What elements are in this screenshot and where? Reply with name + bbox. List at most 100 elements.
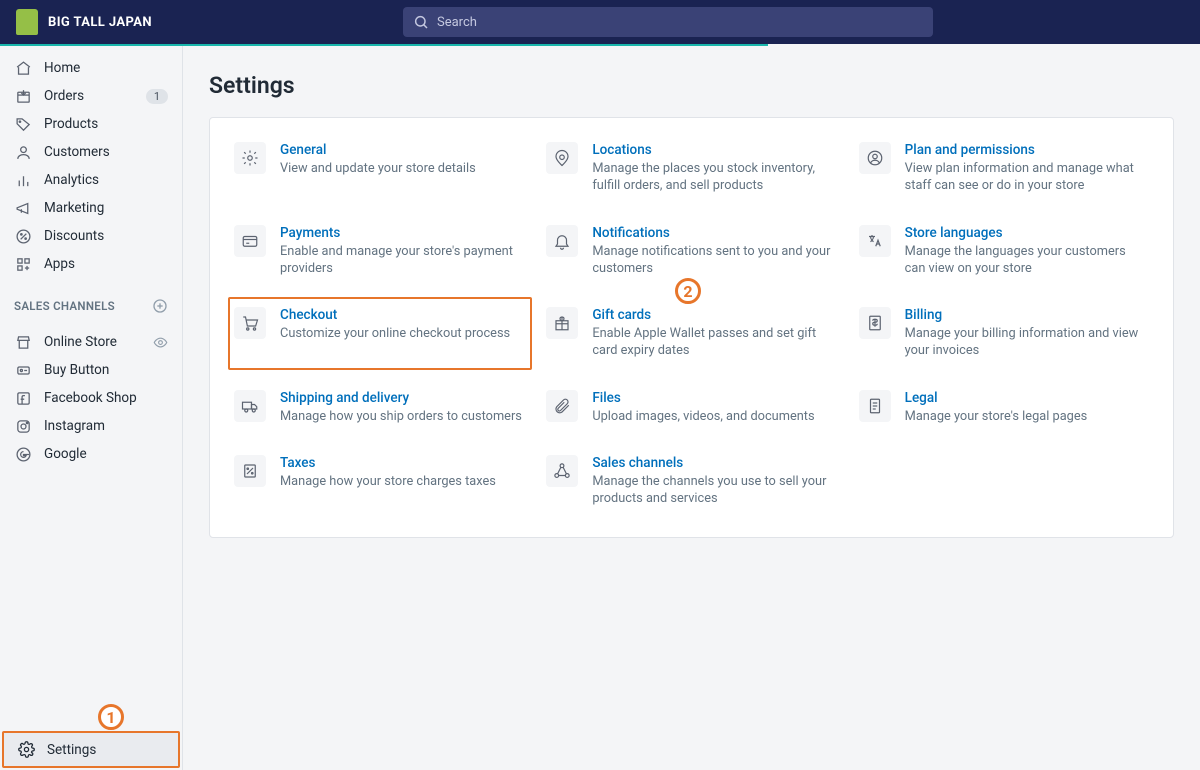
truck-icon [234, 390, 266, 422]
tile-description: View and update your store details [280, 160, 476, 177]
nav-item-products[interactable]: Products [0, 110, 182, 138]
settings-nav-label: Settings [47, 742, 96, 758]
tile-description: Manage how you ship orders to customers [280, 408, 522, 425]
tile-description: Enable Apple Wallet passes and set gift … [592, 325, 836, 360]
settings-tile-sales-channels[interactable]: Sales channels Manage the channels you us… [544, 453, 838, 510]
channel-item-label: Online Store [44, 334, 141, 350]
nav-item-apps[interactable]: Apps [0, 250, 182, 278]
legal-icon [859, 390, 891, 422]
channel-item-label: Instagram [44, 418, 168, 434]
settings-tile-billing[interactable]: BillingManage your billing information a… [857, 305, 1151, 362]
location-icon [546, 142, 578, 174]
nav-item-label: Orders [44, 88, 134, 104]
tile-title: Payments [280, 225, 524, 241]
nav-badge: 1 [146, 89, 168, 104]
billing-icon [859, 307, 891, 339]
store-identity[interactable]: BIG TALL JAPAN [16, 9, 152, 35]
tile-description: Manage the channels you use to sell your… [592, 473, 836, 508]
settings-tile-taxes[interactable]: TaxesManage how your store charges taxes [232, 453, 526, 510]
bell-icon [546, 225, 578, 257]
nav-item-label: Apps [44, 256, 168, 272]
channels-icon [546, 455, 578, 487]
customers-icon [14, 143, 32, 161]
tile-title: Plan and permissions [905, 142, 1149, 158]
search-box[interactable] [403, 7, 933, 37]
tile-description: Manage how your store charges taxes [280, 473, 496, 490]
channel-icon [14, 333, 32, 351]
orders-icon [14, 87, 32, 105]
channel-item-label: Google [44, 446, 168, 462]
nav-item-customers[interactable]: Customers [0, 138, 182, 166]
tile-title: Legal [905, 390, 1088, 406]
channel-item-buy-button[interactable]: Buy Button [0, 356, 182, 384]
sidebar: Home Orders 1 Products Customers Analytics Mar… [0, 46, 183, 770]
tile-title: Store languages [905, 225, 1149, 241]
taxes-icon [234, 455, 266, 487]
settings-tile-payments[interactable]: Payments Enable and manage your store's p… [232, 223, 526, 280]
settings-tile-plan-and-permissions[interactable]: Plan and permissions View plan informatio… [857, 140, 1151, 197]
nav-item-label: Marketing [44, 200, 168, 216]
nav-item-label: Analytics [44, 172, 168, 188]
user-circle-icon [859, 142, 891, 174]
gear-icon [18, 741, 35, 758]
settings-tile-notifications[interactable]: Notifications Manage notifications sent t… [544, 223, 838, 280]
channel-item-facebook-shop[interactable]: Facebook Shop [0, 384, 182, 412]
discounts-icon [14, 227, 32, 245]
gift-icon [546, 307, 578, 339]
channel-item-label: Facebook Shop [44, 390, 168, 406]
search-input[interactable] [437, 15, 923, 30]
nav-item-analytics[interactable]: Analytics [0, 166, 182, 194]
nav-item-label: Customers [44, 144, 168, 160]
tile-description: Manage notifications sent to you and you… [592, 243, 836, 278]
tile-description: Upload images, videos, and documents [592, 408, 814, 425]
sales-channels-heading: SALES CHANNELS [0, 286, 182, 320]
tile-description: Customize your online checkout process [280, 325, 510, 342]
apps-icon [14, 255, 32, 273]
nav-item-marketing[interactable]: Marketing [0, 194, 182, 222]
gear-icon [234, 142, 266, 174]
settings-tile-locations[interactable]: LocationsManage the places you stock inv… [544, 140, 838, 197]
sales-channels-heading-label: SALES CHANNELS [14, 299, 115, 313]
nav-item-home[interactable]: Home [0, 54, 182, 82]
tile-title: Shipping and delivery [280, 390, 522, 406]
channel-item-instagram[interactable]: Instagram [0, 412, 182, 440]
languages-icon [859, 225, 891, 257]
nav-item-discounts[interactable]: Discounts [0, 222, 182, 250]
channel-icon [14, 361, 32, 379]
clip-icon [546, 390, 578, 422]
add-channel-icon[interactable] [152, 298, 168, 314]
channel-icon [14, 445, 32, 463]
eye-icon[interactable] [153, 335, 168, 350]
settings-tile-store-languages[interactable]: Store languages Manage the languages your… [857, 223, 1151, 280]
channel-item-google[interactable]: Google [0, 440, 182, 468]
channel-item-online-store[interactable]: Online Store [0, 328, 182, 356]
tile-title: Files [592, 390, 814, 406]
settings-card: GeneralView and update your store detail… [209, 117, 1174, 538]
settings-tile-checkout[interactable]: Checkout Customize your online checkout p… [228, 297, 532, 370]
cart-icon [234, 307, 266, 339]
settings-nav-item[interactable]: Settings [2, 731, 180, 768]
channel-icon [14, 389, 32, 407]
settings-tile-general[interactable]: GeneralView and update your store detail… [232, 140, 526, 197]
analytics-icon [14, 171, 32, 189]
nav-item-orders[interactable]: Orders 1 [0, 82, 182, 110]
settings-tile-files[interactable]: Files Upload images, videos, and document… [544, 388, 838, 427]
settings-tile-legal[interactable]: Legal Manage your store's legal pages [857, 388, 1151, 427]
tile-description: Manage the languages your customers can … [905, 243, 1149, 278]
nav-item-label: Products [44, 116, 168, 132]
tile-title: Notifications [592, 225, 836, 241]
settings-tile-gift-cards[interactable]: Gift cardsEnable Apple Wallet passes and… [544, 305, 838, 362]
store-name: BIG TALL JAPAN [48, 15, 152, 30]
nav-item-label: Home [44, 60, 168, 76]
main-content: Settings GeneralView and update your sto… [183, 46, 1200, 770]
tile-description: Manage your store's legal pages [905, 408, 1088, 425]
shopify-logo-icon [16, 9, 38, 35]
tile-title: Checkout [280, 307, 510, 323]
settings-tile-shipping-and-delivery[interactable]: Shipping and delivery Manage how you ship… [232, 388, 526, 427]
nav-item-label: Discounts [44, 228, 168, 244]
tile-description: View plan information and manage what st… [905, 160, 1149, 195]
tile-title: Sales channels [592, 455, 836, 471]
page-title: Settings [209, 72, 1174, 99]
tile-description: Enable and manage your store's payment p… [280, 243, 524, 278]
channel-icon [14, 417, 32, 435]
